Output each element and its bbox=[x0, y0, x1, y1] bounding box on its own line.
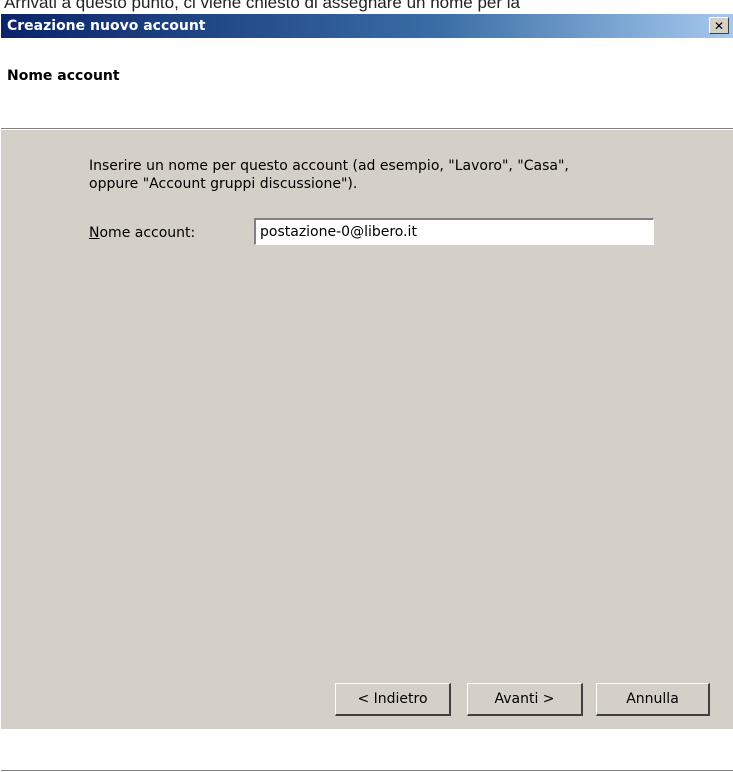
instructions-line-1: Inserire un nome per questo account (ad … bbox=[89, 158, 569, 174]
close-icon: ✕ bbox=[713, 18, 725, 33]
page-title: Nome account bbox=[7, 68, 120, 84]
account-name-input[interactable]: postazione-0@libero.it bbox=[254, 218, 654, 245]
next-button[interactable]: Avanti > bbox=[467, 683, 583, 716]
account-name-label-text: ome account: bbox=[99, 225, 196, 241]
close-button[interactable]: ✕ bbox=[709, 17, 729, 34]
account-name-label: Nome account: bbox=[89, 224, 195, 242]
window-title: Creazione nuovo account bbox=[7, 18, 206, 34]
wizard-header: Nome account bbox=[1, 38, 733, 130]
page-caption: Arrivati a questo punto, ci viene chiest… bbox=[4, 0, 520, 12]
account-name-label-mnemonic: N bbox=[89, 225, 100, 241]
instructions-text: Inserire un nome per questo account (ad … bbox=[89, 157, 689, 193]
account-wizard-dialog: Creazione nuovo account ✕ Nome account I… bbox=[0, 13, 733, 772]
title-bar[interactable]: Creazione nuovo account ✕ bbox=[1, 14, 733, 38]
instructions-line-2: oppure "Account gruppi discussione"). bbox=[89, 176, 358, 192]
cancel-button[interactable]: Annulla bbox=[596, 683, 710, 716]
back-button[interactable]: < Indietro bbox=[335, 683, 451, 716]
